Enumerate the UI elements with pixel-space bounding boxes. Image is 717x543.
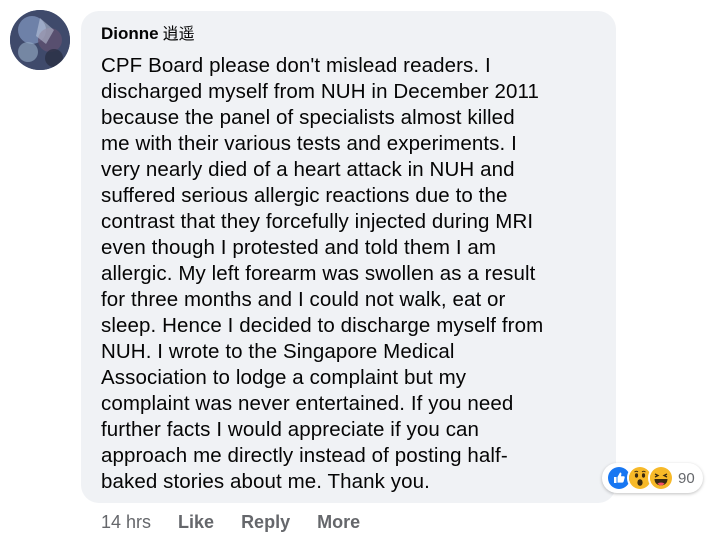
avatar-image [10,10,70,70]
comment-bubble: Dionne 逍遥 CPF Board please don't mislead … [81,11,616,503]
reactions-summary[interactable]: 90 [602,463,703,493]
like-button[interactable]: Like [178,512,214,533]
comment-author[interactable]: Dionne 逍遥 [101,23,596,45]
reply-button[interactable]: Reply [241,512,290,533]
haha-icon [648,465,674,491]
reaction-count: 90 [678,469,695,487]
avatar[interactable] [10,10,70,70]
comment-timestamp[interactable]: 14 hrs [101,512,151,533]
author-name-cjk[interactable]: 逍遥 [163,24,195,43]
author-name[interactable]: Dionne [101,24,159,43]
comment-actions: 14 hrs Like Reply More [101,512,387,533]
more-button[interactable]: More [317,512,360,533]
comment-text: CPF Board please don't mislead readers. … [101,54,544,493]
